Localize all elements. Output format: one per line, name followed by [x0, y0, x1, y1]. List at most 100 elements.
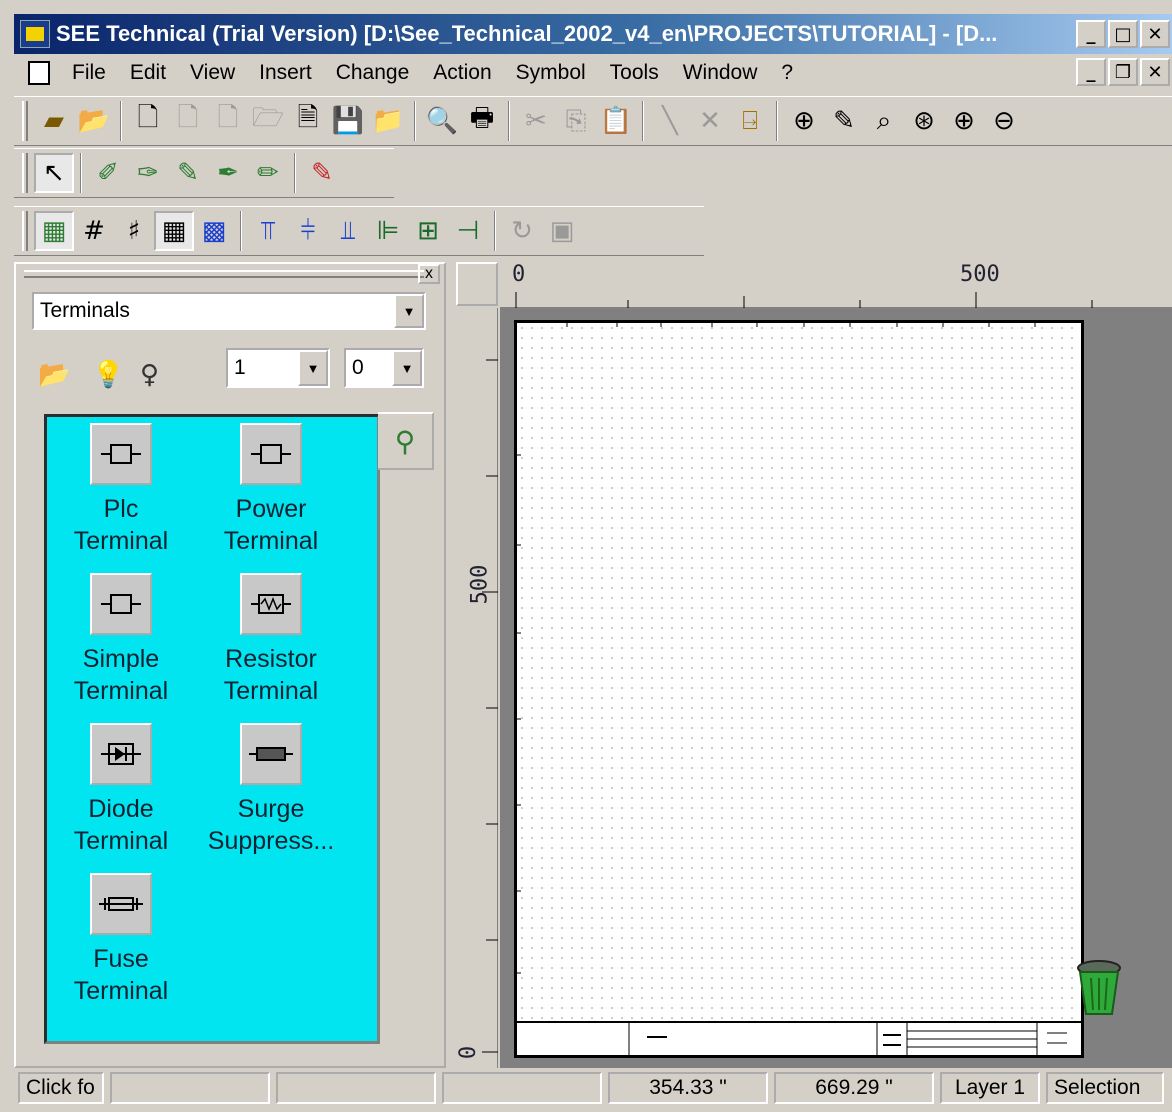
menu-symbol[interactable]: Symbol: [504, 61, 598, 85]
status-empty: [276, 1072, 436, 1104]
align-center-icon[interactable]: ⫩: [288, 211, 328, 251]
trash-icon[interactable]: [1076, 958, 1122, 1018]
symbol-simple-terminal[interactable]: Simple Terminal: [51, 573, 191, 707]
level-select[interactable]: 1 ▼: [226, 348, 330, 388]
menu-window[interactable]: Window: [671, 61, 770, 85]
palette-search-tab[interactable]: ⚲: [378, 412, 434, 470]
menu-help[interactable]: ?: [769, 61, 805, 85]
title-bar[interactable]: SEE Technical (Trial Version) [D:\See_Te…: [14, 14, 1172, 54]
power-terminal-icon[interactable]: [240, 423, 302, 485]
drawing-sheet[interactable]: [514, 320, 1084, 1058]
symbol-fuse-terminal[interactable]: Fuse Terminal: [51, 873, 191, 1007]
sublevel-select[interactable]: 0 ▼: [344, 348, 424, 388]
menu-action[interactable]: Action: [421, 61, 503, 85]
menu-change[interactable]: Change: [324, 61, 422, 85]
chevron-down-icon[interactable]: ▼: [298, 350, 328, 386]
pen-icon[interactable]: ✎: [824, 101, 864, 141]
symbol-tool-icon[interactable]: ✒: [208, 153, 248, 193]
zoom-in-icon[interactable]: ⊕: [944, 101, 984, 141]
grid-large-icon[interactable]: ▦: [154, 211, 194, 251]
diode-terminal-icon[interactable]: [90, 723, 152, 785]
print-preview-icon[interactable]: 🔍: [422, 101, 462, 141]
maximize-button[interactable]: □: [1108, 20, 1138, 48]
app-icon[interactable]: [20, 20, 50, 48]
wire-pen-icon[interactable]: ✑: [128, 153, 168, 193]
line-disabled-icon[interactable]: ╲: [650, 101, 690, 141]
rotate-icon[interactable]: ↻: [502, 211, 542, 251]
symbol-diode-terminal[interactable]: Diode Terminal: [51, 723, 191, 857]
open-disabled-icon[interactable]: 🗁: [248, 101, 288, 141]
symbol-surge-suppressor[interactable]: Surge Suppress...: [201, 723, 341, 857]
toolbar-grip[interactable]: [22, 101, 28, 141]
copy-icon[interactable]: ⎘: [556, 101, 596, 141]
align-left-icon[interactable]: ⊫: [368, 211, 408, 251]
document-icon[interactable]: [28, 61, 50, 85]
document-info-icon[interactable]: 🗎: [288, 101, 328, 141]
new-document-icon[interactable]: 🗋: [128, 101, 168, 141]
close-button[interactable]: ✕: [1140, 20, 1170, 48]
status-hint: Click fo: [18, 1072, 104, 1104]
grid-snap-icon[interactable]: ▦: [34, 211, 74, 251]
label-tool-icon[interactable]: ✎: [168, 153, 208, 193]
align-middle-icon[interactable]: ⊞: [408, 211, 448, 251]
doc-close-button[interactable]: ✕: [1140, 58, 1170, 86]
paste-icon[interactable]: 📋: [596, 101, 636, 141]
symbol-label: Fuse Terminal: [73, 945, 169, 1005]
toolbar-grip[interactable]: [22, 153, 28, 193]
document-disabled-icon[interactable]: 🗋: [208, 101, 248, 141]
fuse-terminal-icon[interactable]: [90, 873, 152, 935]
lightbulb-off-icon[interactable]: ♀: [140, 360, 159, 390]
wire-tool-icon[interactable]: ✐: [88, 153, 128, 193]
chevron-down-icon[interactable]: ▼: [392, 350, 422, 386]
align-right-icon[interactable]: ⊣: [448, 211, 488, 251]
new-project-icon[interactable]: ▰: [34, 101, 74, 141]
open-library-icon[interactable]: 📂: [38, 360, 70, 390]
frame-icon[interactable]: ▣: [542, 211, 582, 251]
zoom-window-icon[interactable]: ⊕: [784, 101, 824, 141]
simple-terminal-icon[interactable]: [90, 573, 152, 635]
panel-close-button[interactable]: x: [418, 264, 440, 284]
panel-grip[interactable]: [24, 270, 424, 278]
symbol-resistor-terminal[interactable]: Resistor Terminal: [201, 573, 341, 707]
minimize-button[interactable]: _: [1076, 20, 1106, 48]
align-bottom-icon[interactable]: ⫫: [328, 211, 368, 251]
zoom-out-icon[interactable]: ⊖: [984, 101, 1024, 141]
menu-tools[interactable]: Tools: [598, 61, 671, 85]
drawing-canvas[interactable]: [500, 308, 1172, 1068]
wire-disabled-icon[interactable]: ✕: [690, 101, 730, 141]
menu-view[interactable]: View: [178, 61, 247, 85]
chevron-down-icon[interactable]: ▼: [394, 294, 424, 328]
ruler-corner[interactable]: [456, 262, 498, 306]
zoom-icon[interactable]: ⌕: [864, 101, 904, 141]
link-tool-icon[interactable]: ✏: [248, 153, 288, 193]
grid-small-icon[interactable]: #: [74, 211, 114, 251]
symbol-plc-terminal[interactable]: Plc Terminal: [51, 423, 191, 557]
menu-edit[interactable]: Edit: [118, 61, 178, 85]
surge-suppressor-icon[interactable]: [240, 723, 302, 785]
pointer-icon[interactable]: ↖: [34, 153, 74, 193]
resistor-terminal-icon[interactable]: [240, 573, 302, 635]
print-icon[interactable]: 🖶: [462, 101, 502, 141]
open-project-icon[interactable]: 📁: [368, 101, 408, 141]
doc-restore-button[interactable]: ❐: [1108, 58, 1138, 86]
lightbulb-on-icon[interactable]: 💡: [92, 360, 124, 390]
toolbar-separator: [294, 153, 296, 193]
grid-medium-icon[interactable]: ♯: [114, 211, 154, 251]
save-icon[interactable]: 💾: [328, 101, 368, 141]
doc-minimize-button[interactable]: _: [1076, 58, 1106, 86]
menu-insert[interactable]: Insert: [247, 61, 324, 85]
annotation-tool-icon[interactable]: ✎: [302, 153, 342, 193]
category-select[interactable]: Terminals ▼: [32, 292, 426, 330]
exit-door-icon[interactable]: ⍈: [730, 101, 770, 141]
cut-icon[interactable]: ✂: [516, 101, 556, 141]
document-disabled-icon[interactable]: 🗋: [168, 101, 208, 141]
menu-file[interactable]: File: [60, 61, 118, 85]
plc-terminal-icon[interactable]: [90, 423, 152, 485]
zoom-all-icon[interactable]: ⊛: [904, 101, 944, 141]
grid-blue-icon[interactable]: ▩: [194, 211, 234, 251]
align-top-icon[interactable]: ⫪: [248, 211, 288, 251]
toolbar-grip[interactable]: [22, 211, 28, 251]
symbol-power-terminal[interactable]: Power Terminal: [201, 423, 341, 557]
search-icon: ⚲: [394, 425, 416, 457]
open-folder-icon[interactable]: 📂: [74, 101, 114, 141]
